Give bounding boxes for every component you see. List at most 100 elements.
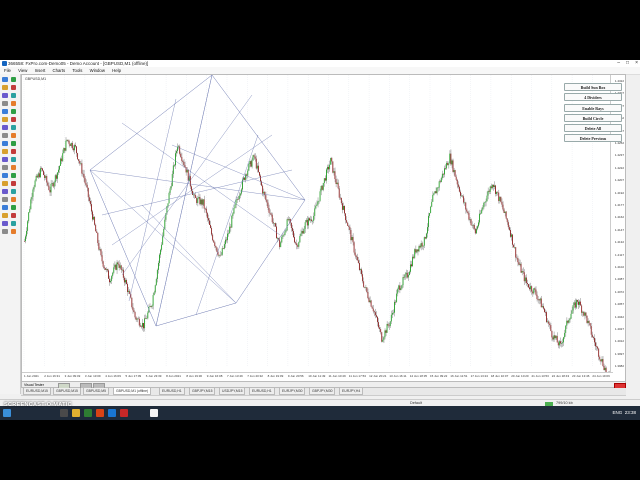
- tool-icon[interactable]: [11, 197, 16, 202]
- app-icon[interactable]: [108, 409, 116, 417]
- tool-icon[interactable]: [11, 93, 16, 98]
- minimize-button[interactable]: –: [617, 60, 620, 67]
- candle-body: [482, 207, 484, 210]
- tool-icon[interactable]: [11, 181, 16, 186]
- menu-insert[interactable]: Insert: [35, 67, 46, 74]
- maximize-button[interactable]: □: [626, 60, 629, 67]
- enable-rays-button[interactable]: Enable Rays: [564, 103, 622, 112]
- price-chart[interactable]: [22, 75, 613, 374]
- tool-icon[interactable]: [2, 173, 8, 178]
- chart-tab[interactable]: GBPJPY,M15: [189, 388, 216, 395]
- tool-icon[interactable]: [11, 133, 16, 138]
- windows-start-icon[interactable]: [3, 409, 11, 417]
- candle-body: [479, 213, 480, 223]
- chart-tab[interactable]: GBPUSD,M15: [53, 388, 81, 395]
- tool-icon[interactable]: [2, 133, 8, 138]
- candle-body: [500, 196, 502, 202]
- metatrader-taskbar-icon[interactable]: [150, 409, 158, 417]
- chart-tab[interactable]: GBPUSD,M5: [83, 388, 109, 395]
- file-explorer-icon[interactable]: [72, 409, 80, 417]
- time-tick-label: 1 Jun 2021: [24, 374, 39, 378]
- candle-body: [220, 254, 222, 256]
- tool-icon[interactable]: [2, 197, 8, 202]
- tool-icon[interactable]: [2, 101, 8, 106]
- search-icon[interactable]: [60, 409, 68, 417]
- tool-icon[interactable]: [11, 157, 16, 162]
- delete-previous-button[interactable]: Delete Previous: [564, 134, 622, 143]
- build-circle-button[interactable]: Build Circle: [564, 113, 622, 122]
- tool-icon[interactable]: [2, 149, 8, 154]
- candle-body: [53, 182, 55, 187]
- chart-panel[interactable]: GBPUSD,M1 1.43221.43071.42971.42821.4267…: [21, 74, 626, 382]
- candle-body: [133, 310, 135, 313]
- candle-body: [78, 159, 80, 161]
- tool-icon[interactable]: [11, 149, 16, 154]
- candle-body: [265, 195, 267, 200]
- menu-tools[interactable]: Tools: [72, 67, 82, 74]
- tool-icon[interactable]: [11, 173, 16, 178]
- tool-icon[interactable]: [2, 77, 8, 82]
- candle-body: [176, 151, 177, 154]
- excel-icon[interactable]: [84, 409, 92, 417]
- chart-tab[interactable]: EURUSD,M15: [23, 388, 51, 395]
- chart-tab[interactable]: GBPJPY,M30: [309, 388, 336, 395]
- tool-icon[interactable]: [2, 125, 8, 130]
- tool-icon[interactable]: [2, 165, 8, 170]
- tool-icon[interactable]: [11, 213, 16, 218]
- tool-icon[interactable]: [11, 109, 16, 114]
- candle-body: [126, 280, 127, 285]
- menu-help[interactable]: Help: [112, 67, 121, 74]
- tool-icon[interactable]: [11, 117, 16, 122]
- candle-body: [125, 280, 126, 283]
- app-icon[interactable]: [96, 409, 104, 417]
- candle-body: [338, 188, 340, 198]
- tool-icon[interactable]: [11, 77, 16, 82]
- delete-all-button[interactable]: Delete All: [564, 124, 622, 133]
- candle-body: [352, 237, 354, 243]
- candle-body: [260, 175, 261, 182]
- candle-body: [291, 227, 293, 232]
- menu-file[interactable]: File: [4, 67, 11, 74]
- chart-tab[interactable]: EURUSD,H1: [159, 388, 185, 395]
- close-button[interactable]: ×: [635, 60, 638, 67]
- build-sun-box-button[interactable]: Build Sun Box: [564, 83, 622, 91]
- candle-body: [283, 234, 285, 236]
- tool-icon[interactable]: [11, 205, 16, 210]
- chart-tab[interactable]: EURJPY,H4: [339, 388, 364, 395]
- tool-icon[interactable]: [2, 205, 8, 210]
- tool-icon[interactable]: [2, 229, 8, 234]
- tool-icon[interactable]: [11, 229, 16, 234]
- tool-icon[interactable]: [2, 221, 8, 226]
- chart-tab[interactable]: EURUSD,H1: [249, 388, 275, 395]
- app-icon[interactable]: [120, 409, 128, 417]
- tool-icon[interactable]: [2, 117, 8, 122]
- tool-icon[interactable]: [2, 181, 8, 186]
- tool-icon[interactable]: [2, 157, 8, 162]
- tool-icon[interactable]: [2, 109, 8, 114]
- tool-icon[interactable]: [11, 101, 16, 106]
- tool-icon[interactable]: [11, 85, 16, 90]
- tool-icon[interactable]: [2, 141, 8, 146]
- menu-view[interactable]: View: [18, 67, 27, 74]
- tool-icon[interactable]: [11, 141, 16, 146]
- tool-icon[interactable]: [2, 85, 8, 90]
- candle-body: [296, 243, 298, 246]
- tool-icon[interactable]: [2, 213, 8, 218]
- chart-tab[interactable]: EURJPY,M30: [279, 388, 306, 395]
- candle-body: [229, 226, 231, 234]
- candle-body: [183, 161, 185, 166]
- tool-icon[interactable]: [11, 125, 16, 130]
- menu-charts[interactable]: Charts: [53, 67, 66, 74]
- chart-tab[interactable]: USDJPY,M15: [219, 388, 246, 395]
- tool-icon[interactable]: [11, 221, 16, 226]
- dividers-button[interactable]: 4 Dividers: [564, 93, 622, 102]
- tool-icon[interactable]: [2, 93, 8, 98]
- tool-icon[interactable]: [2, 189, 8, 194]
- menu-window[interactable]: Window: [90, 67, 105, 74]
- candle-body: [519, 263, 521, 265]
- tool-icon[interactable]: [11, 165, 16, 170]
- tool-icon[interactable]: [11, 189, 16, 194]
- chart-tab[interactable]: GBPUSD,M1 (offline): [113, 388, 152, 395]
- candle-body: [575, 300, 577, 308]
- candle-body: [405, 272, 407, 275]
